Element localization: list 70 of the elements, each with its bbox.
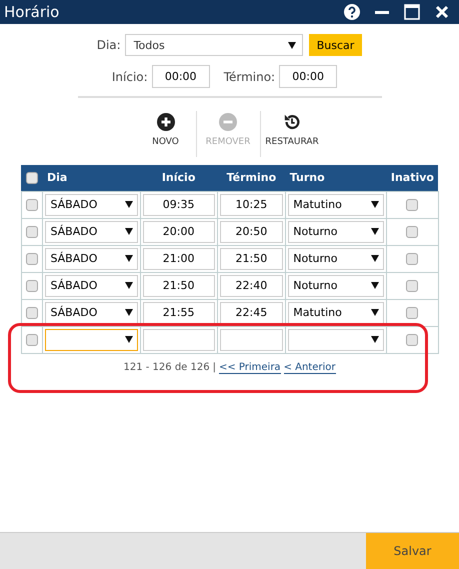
day-select[interactable]: SÁBADO bbox=[45, 274, 138, 296]
caret-icon bbox=[124, 282, 133, 289]
plus-circle-icon bbox=[156, 113, 174, 131]
field-label: Término: bbox=[224, 70, 276, 84]
toolbar-button[interactable]: RESTAURAR bbox=[260, 111, 324, 157]
caret-icon bbox=[371, 282, 380, 289]
row-checkbox[interactable] bbox=[26, 226, 38, 238]
caret-icon bbox=[371, 336, 380, 343]
search-button[interactable]: Buscar bbox=[308, 34, 362, 56]
select-all-checkbox[interactable] bbox=[26, 172, 38, 184]
caret-icon bbox=[288, 42, 296, 48]
start-time-field[interactable]: 21:50 bbox=[142, 274, 215, 296]
caret-icon bbox=[371, 255, 380, 262]
start-time-field[interactable] bbox=[142, 328, 215, 350]
page-separator: | bbox=[212, 362, 216, 374]
row-checkbox[interactable] bbox=[26, 334, 38, 346]
end-time-field[interactable]: 20:50 bbox=[220, 220, 284, 242]
day-select[interactable]: SÁBADO bbox=[45, 220, 138, 242]
end-time-field[interactable]: 22:45 bbox=[220, 302, 284, 324]
end-time-field[interactable]: 00:00 bbox=[279, 65, 338, 88]
day-select[interactable]: SÁBADO bbox=[45, 194, 138, 216]
caret-icon bbox=[124, 309, 133, 316]
caret-icon bbox=[124, 336, 133, 343]
caret-icon bbox=[124, 228, 133, 235]
maximize-icon[interactable] bbox=[403, 3, 421, 21]
toolbar-button[interactable]: NOVO bbox=[136, 111, 196, 157]
column-header: Término bbox=[226, 171, 276, 184]
help-icon[interactable] bbox=[343, 3, 361, 21]
row-checkbox[interactable] bbox=[26, 198, 38, 211]
start-time-field[interactable]: 00:00 bbox=[152, 65, 210, 88]
column-header: Início bbox=[162, 171, 196, 184]
row-checkbox[interactable] bbox=[26, 280, 38, 292]
field-label: Início: bbox=[112, 70, 148, 84]
row-checkbox[interactable] bbox=[26, 306, 38, 319]
day-select[interactable] bbox=[45, 328, 138, 350]
history-icon bbox=[283, 113, 301, 131]
shift-select[interactable] bbox=[288, 328, 384, 350]
column-header: Dia bbox=[46, 171, 68, 184]
day-select[interactable]: SÁBADO bbox=[45, 248, 138, 270]
shift-select[interactable]: Noturno bbox=[288, 274, 384, 296]
page-link[interactable]: < Anterior bbox=[284, 362, 336, 374]
save-button[interactable]: Salvar bbox=[366, 533, 459, 569]
start-time-field[interactable]: 20:00 bbox=[142, 220, 215, 242]
page-link[interactable]: << Primeira bbox=[218, 362, 281, 374]
start-time-field[interactable]: 21:55 bbox=[142, 302, 215, 324]
shift-select[interactable]: Noturno bbox=[288, 220, 384, 242]
close-icon[interactable] bbox=[433, 3, 451, 21]
caret-icon bbox=[371, 228, 380, 235]
caret-icon bbox=[371, 309, 380, 316]
column-header: Turno bbox=[290, 171, 325, 184]
caret-icon bbox=[124, 255, 133, 262]
shift-select[interactable]: Noturno bbox=[288, 248, 384, 270]
page-range: 121 - 126 de 126 bbox=[124, 362, 210, 374]
minus-circle-icon bbox=[219, 113, 237, 131]
shift-select[interactable]: Matutino bbox=[288, 302, 384, 324]
field-label: Dia: bbox=[96, 38, 121, 52]
day-select[interactable]: SÁBADO bbox=[45, 302, 138, 324]
caret-icon bbox=[124, 201, 133, 208]
window-title: Horário bbox=[4, 3, 60, 21]
start-time-field[interactable]: 09:35 bbox=[142, 194, 215, 216]
end-time-field[interactable]: 22:40 bbox=[220, 274, 284, 296]
end-time-field[interactable]: 10:25 bbox=[220, 194, 284, 216]
row-checkbox[interactable] bbox=[26, 252, 38, 265]
shift-select[interactable]: Matutino bbox=[288, 194, 384, 216]
day-select[interactable]: Todos bbox=[124, 34, 303, 56]
column-header: Inativo bbox=[390, 171, 434, 184]
caret-icon bbox=[371, 201, 380, 208]
end-time-field[interactable] bbox=[220, 328, 284, 350]
start-time-field[interactable]: 21:00 bbox=[142, 248, 215, 270]
end-time-field[interactable]: 21:50 bbox=[220, 248, 284, 270]
